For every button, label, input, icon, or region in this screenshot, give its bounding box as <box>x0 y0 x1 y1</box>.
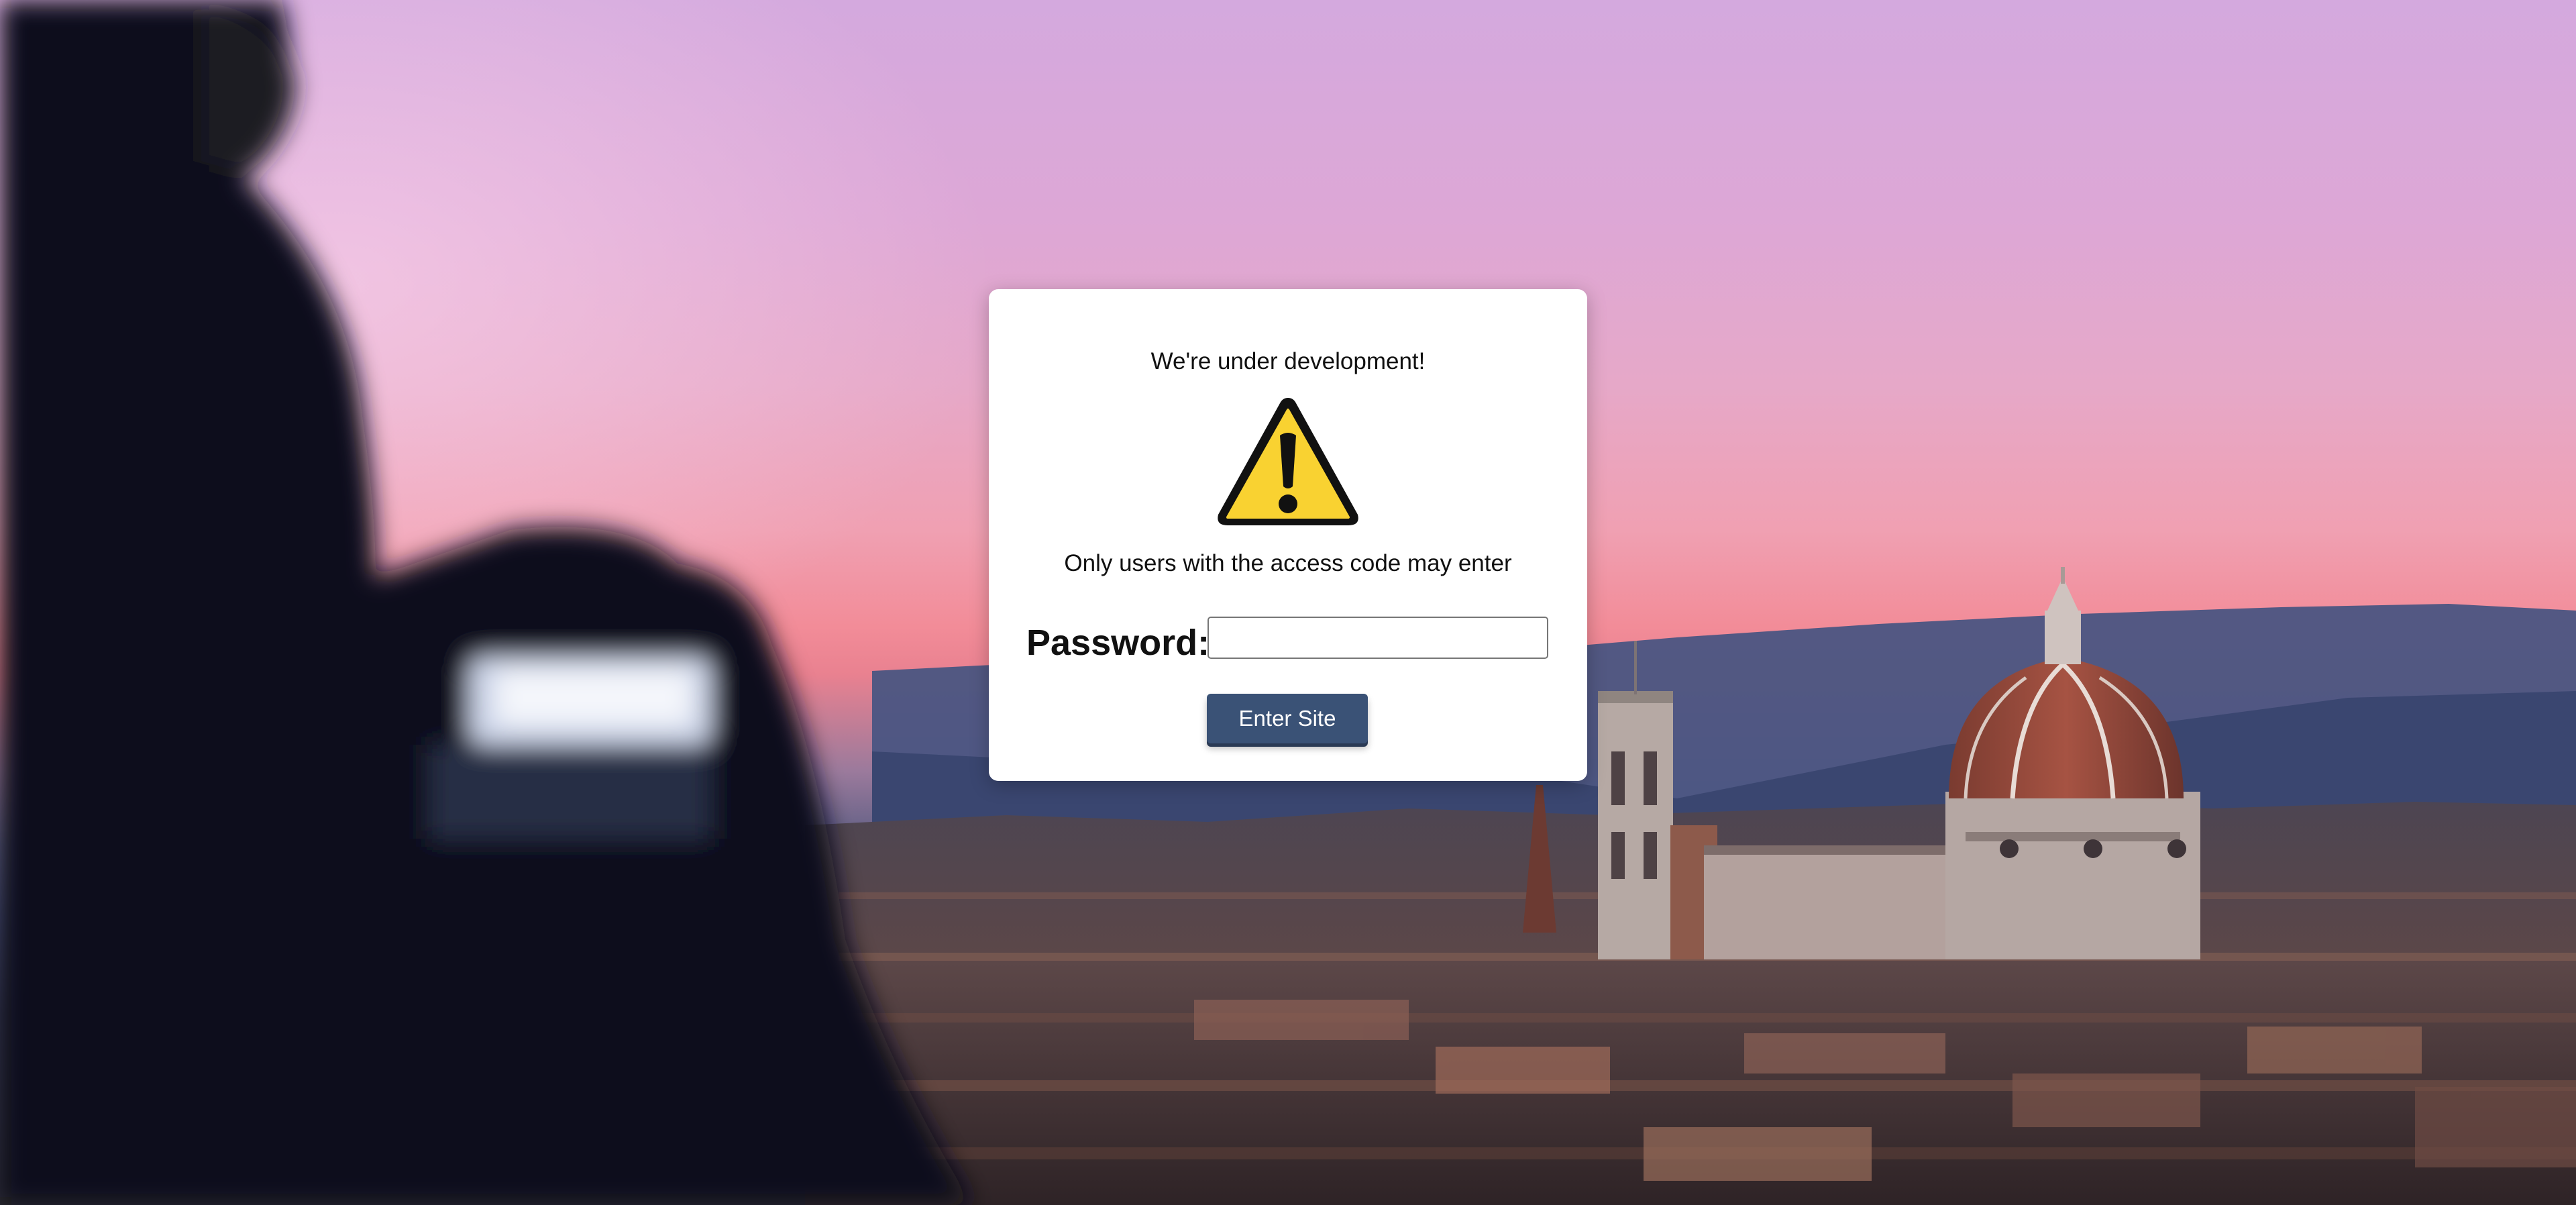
modal-heading: We're under development! <box>1150 348 1426 374</box>
access-notice: Only users with the access code may ente… <box>1064 550 1512 576</box>
photographer-silhouette <box>0 0 973 1205</box>
page-background: We're under development! Only users with… <box>0 0 2576 1205</box>
password-label: Password: <box>1026 623 1210 663</box>
access-modal: We're under development! Only users with… <box>989 289 1587 781</box>
password-row: Password: <box>1026 617 1563 664</box>
password-input[interactable] <box>1208 617 1548 659</box>
cathedral-nave <box>1704 845 1972 959</box>
warning-icon <box>1218 398 1358 525</box>
enter-site-button[interactable]: Enter Site <box>1207 694 1368 743</box>
